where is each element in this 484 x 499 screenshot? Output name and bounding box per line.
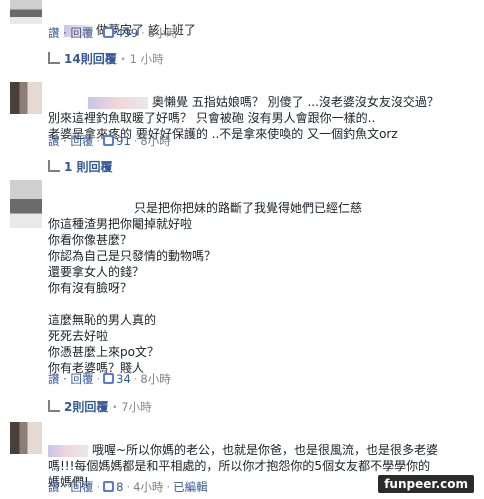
like-count[interactable]: 499 — [116, 26, 138, 40]
watermark: funpeer.com — [378, 475, 474, 493]
comment-text: 只是把你把妹的路斷了我覺得她們已經仁慈 你這種渣男把你閹掉就好啦 你看你像甚麼？… — [48, 201, 363, 375]
like-reply-links[interactable]: 讚 · 回覆 — [48, 480, 93, 494]
comment-time[interactable]: 4小時 — [133, 480, 163, 494]
comment-time[interactable]: 8小時 — [140, 134, 170, 148]
commenter-name[interactable] — [88, 96, 148, 109]
avatar[interactable] — [10, 180, 42, 228]
reply-arrow-icon — [48, 160, 60, 172]
view-replies[interactable]: 14則回覆 · 1 小時 — [48, 50, 164, 67]
reply-arrow-icon — [48, 400, 60, 412]
avatar[interactable] — [10, 422, 42, 454]
comment-actions: 讚 · 回覆 · 499 · 8小時 — [48, 26, 179, 40]
replies-label[interactable]: 2則回覆 — [64, 400, 108, 414]
replies-label[interactable]: 14則回覆 — [64, 52, 117, 66]
thumbs-up-icon — [103, 481, 115, 492]
reply-arrow-icon — [48, 52, 60, 64]
comment-actions: 讚 · 回覆 · 34 · 8小時 — [48, 372, 171, 386]
edited-indicator[interactable]: 已編輯 — [173, 480, 208, 494]
like-count[interactable]: 34 — [116, 372, 131, 386]
like-count[interactable]: 8 — [116, 480, 123, 494]
thumbs-up-icon — [103, 135, 115, 146]
like-count[interactable]: 91 — [116, 134, 131, 148]
like-reply-links[interactable]: 讚 · 回覆 — [48, 134, 93, 148]
view-replies[interactable]: 1 則回覆 — [48, 158, 113, 175]
avatar[interactable] — [10, 0, 42, 24]
replies-time: 7小時 — [121, 400, 152, 414]
replies-time: 1 小時 — [129, 52, 164, 66]
commenter-name[interactable] — [48, 444, 88, 457]
like-reply-links[interactable]: 讚 · 回覆 — [48, 372, 93, 386]
like-reply-links[interactable]: 讚 · 回覆 — [48, 26, 93, 40]
replies-label[interactable]: 1 則回覆 — [64, 160, 113, 174]
view-replies[interactable]: 2則回覆 · 7小時 — [48, 398, 152, 415]
comment-actions: 讚 · 回覆 · 8 · 4小時 · 已編輯 — [48, 480, 208, 494]
thumbs-up-icon — [103, 373, 115, 384]
comment-actions: 讚 · 回覆 · 91 · 8小時 — [48, 134, 171, 148]
comment-text: 奧懶覺 — [152, 95, 189, 109]
comment-time[interactable]: 8小時 — [140, 372, 170, 386]
avatar[interactable] — [10, 82, 42, 114]
comment-time[interactable]: 8小時 — [148, 26, 178, 40]
thumbs-up-icon — [103, 27, 115, 38]
